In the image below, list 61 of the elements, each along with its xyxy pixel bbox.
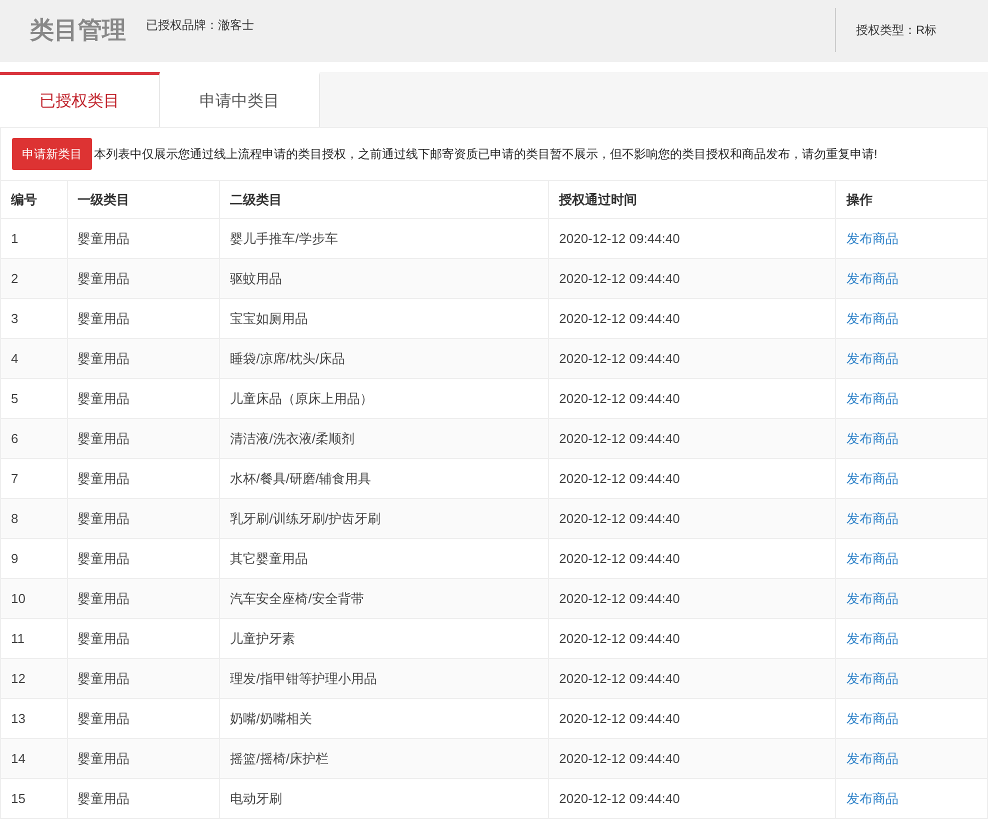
table-cell: 10 — [0, 578, 68, 618]
table-cell: 2020-12-12 09:44:40 — [548, 738, 836, 778]
auth-type-label: 授权类型： — [856, 22, 916, 38]
table-cell: 清洁液/洗衣液/柔顺剂 — [220, 418, 549, 458]
publish-link[interactable]: 发布商品 — [846, 230, 898, 246]
table-cell: 2020-12-12 09:44:40 — [548, 418, 836, 458]
publish-link[interactable]: 发布商品 — [846, 790, 898, 806]
publish-link[interactable]: 发布商品 — [846, 310, 898, 326]
table-cell: 12 — [0, 658, 68, 698]
publish-link[interactable]: 发布商品 — [846, 430, 898, 446]
page-title: 类目管理 — [30, 16, 126, 46]
publish-link[interactable]: 发布商品 — [846, 590, 898, 606]
table-cell: 2020-12-12 09:44:40 — [548, 338, 836, 378]
column-header: 一级类目 — [67, 181, 220, 218]
tab[interactable]: 已授权类目 — [0, 72, 160, 127]
table-cell: 14 — [0, 738, 68, 778]
table-cell: 婴童用品 — [67, 778, 220, 818]
publish-link[interactable]: 发布商品 — [846, 510, 898, 526]
publish-link[interactable]: 发布商品 — [846, 270, 898, 286]
table-cell: 2020-12-12 09:44:40 — [548, 778, 836, 818]
publish-link[interactable]: 发布商品 — [846, 670, 898, 686]
table-cell: 理发/指甲钳等护理小用品 — [220, 658, 549, 698]
table-cell: 4 — [0, 338, 68, 378]
brand-label: 已授权品牌： — [146, 17, 218, 34]
auth-type-value: R标 — [916, 22, 937, 38]
brand-name: 澈客士 — [218, 17, 254, 34]
apply-category-button[interactable]: 申请新类目 — [12, 138, 92, 170]
table-cell: 汽车安全座椅/安全背带 — [220, 578, 549, 618]
table-cell: 婴童用品 — [67, 658, 220, 698]
table-cell: 婴童用品 — [67, 498, 220, 538]
table-cell: 8 — [0, 498, 68, 538]
tab[interactable]: 申请中类目 — [160, 72, 320, 127]
table-cell: 婴童用品 — [67, 578, 220, 618]
notice-text: 本列表中仅展示您通过线上流程申请的类目授权，之前通过线下邮寄资质已申请的类目暂不展示，但不影响您的类目授权和商品发布，请勿重复申请! — [94, 146, 878, 162]
column-header: 编号 — [0, 181, 68, 218]
column-header: 二级类目 — [220, 181, 549, 218]
table-cell: 2 — [0, 258, 68, 298]
publish-link[interactable]: 发布商品 — [846, 390, 898, 406]
table-cell: 乳牙刷/训练牙刷/护齿牙刷 — [220, 498, 549, 538]
publish-link[interactable]: 发布商品 — [846, 470, 898, 486]
publish-link[interactable]: 发布商品 — [846, 630, 898, 646]
table-cell: 婴童用品 — [67, 418, 220, 458]
publish-link[interactable]: 发布商品 — [846, 550, 898, 566]
publish-link[interactable]: 发布商品 — [846, 710, 898, 726]
table-cell: 6 — [0, 418, 68, 458]
table-cell: 婴童用品 — [67, 258, 220, 298]
table-cell: 15 — [0, 778, 68, 818]
table-cell: 2020-12-12 09:44:40 — [548, 498, 836, 538]
table-cell: 2020-12-12 09:44:40 — [548, 658, 836, 698]
publish-link[interactable]: 发布商品 — [846, 750, 898, 766]
table-cell: 2020-12-12 09:44:40 — [548, 258, 836, 298]
table-cell: 2020-12-12 09:44:40 — [548, 578, 836, 618]
column-header: 授权通过时间 — [548, 181, 836, 218]
column-header: 操作 — [836, 181, 988, 218]
table-cell: 驱蚊用品 — [220, 258, 549, 298]
table-cell: 睡袋/凉席/枕头/床品 — [220, 338, 549, 378]
publish-link[interactable]: 发布商品 — [846, 350, 898, 366]
table-cell: 婴童用品 — [67, 338, 220, 378]
table-cell: 电动牙刷 — [220, 778, 549, 818]
table-cell: 摇篮/摇椅/床护栏 — [220, 738, 549, 778]
table-cell: 婴童用品 — [67, 738, 220, 778]
